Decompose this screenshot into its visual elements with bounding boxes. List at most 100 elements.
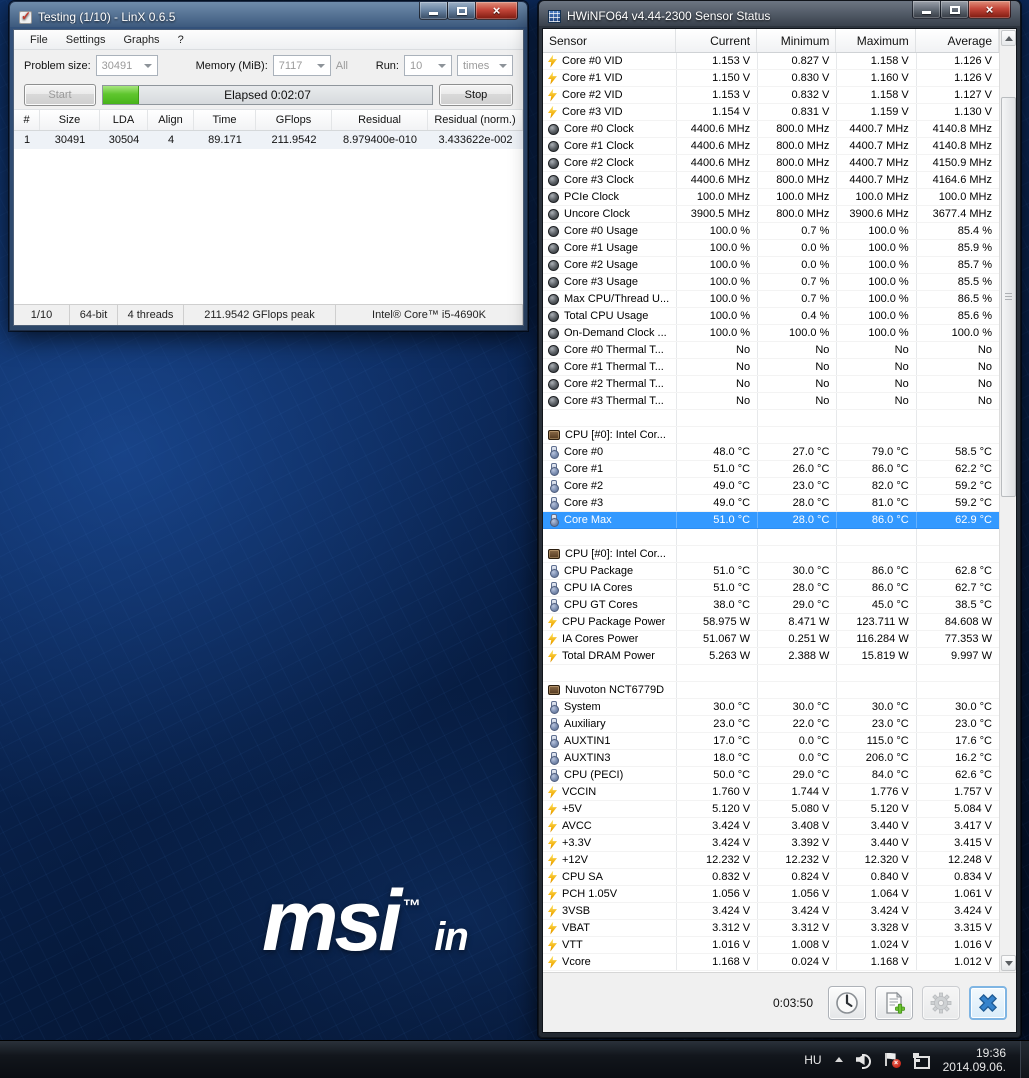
sensor-row[interactable]: VCCIN 1.760 V 1.744 V 1.776 V 1.757 V [543, 784, 999, 801]
column-header[interactable]: Size [40, 110, 100, 130]
sensor-row[interactable]: Core #2 49.0 °C 23.0 °C 82.0 °C 59.2 °C [543, 478, 999, 495]
sensor-row[interactable]: Total DRAM Power 5.263 W 2.388 W 15.819 W 9.… [543, 648, 999, 665]
sensor-row[interactable]: Core #1 Usage 100.0 % 0.0 % 100.0 % 85.9 % [543, 240, 999, 257]
sensor-row[interactable]: AUXTIN3 18.0 °C 0.0 °C 206.0 °C 16.2 °C [543, 750, 999, 767]
column-header[interactable]: Align [148, 110, 194, 130]
sensor-row[interactable]: Core #3 Thermal T... No No No No [543, 393, 999, 410]
sensor-row[interactable]: Core #0 48.0 °C 27.0 °C 79.0 °C 58.5 °C [543, 444, 999, 461]
sensor-row[interactable]: Core #2 Thermal T... No No No No [543, 376, 999, 393]
logging-button[interactable] [875, 985, 913, 1020]
sensor-row[interactable]: CPU GT Cores 38.0 °C 29.0 °C 45.0 °C 38.5 °C [543, 597, 999, 614]
maximize-button[interactable] [447, 2, 476, 20]
column-header[interactable]: Time [194, 110, 256, 130]
column-header[interactable]: Residual [332, 110, 428, 130]
sensor-row[interactable]: +5V 5.120 V 5.080 V 5.120 V 5.084 V [543, 801, 999, 818]
exit-button[interactable] [969, 985, 1007, 1020]
sensor-row[interactable]: Core #0 Thermal T... No No No No [543, 342, 999, 359]
sensor-row[interactable]: Max CPU/Thread U... 100.0 % 0.7 % 100.0 % 86… [543, 291, 999, 308]
column-header-current[interactable]: Current [676, 29, 758, 52]
problem-size-combo[interactable]: 30491 [95, 55, 158, 76]
taskbar[interactable]: HU × 19:36 2014.09.06. [0, 1040, 1029, 1078]
sensor-row[interactable]: CPU SA 0.832 V 0.824 V 0.840 V 0.834 V [543, 869, 999, 886]
column-header[interactable]: LDA [100, 110, 148, 130]
sensor-row[interactable]: PCH 1.05V 1.056 V 1.056 V 1.064 V 1.061 V [543, 886, 999, 903]
show-hidden-icons-button[interactable] [834, 1057, 843, 1062]
menu-item-graphs[interactable]: Graphs [115, 32, 167, 48]
sensor-row[interactable]: On-Demand Clock ... 100.0 % 100.0 % 100.0 %… [543, 325, 999, 342]
settings-button[interactable] [922, 985, 960, 1020]
sensor-row[interactable]: Core #3 Clock 4400.6 MHz 800.0 MHz 4400.7 M… [543, 172, 999, 189]
sensor-row[interactable]: Core #0 Usage 100.0 % 0.7 % 100.0 % 85.4 % [543, 223, 999, 240]
sensor-row[interactable]: Core #3 Usage 100.0 % 0.7 % 100.0 % 85.5 % [543, 274, 999, 291]
column-header[interactable]: Residual (norm.) [428, 110, 523, 130]
memory-combo[interactable]: 7117 [272, 55, 331, 76]
sensor-row[interactable]: PCIe Clock 100.0 MHz 100.0 MHz 100.0 MHz 100… [543, 189, 999, 206]
column-header[interactable]: GFlops [256, 110, 332, 130]
menu-item-[interactable]: ? [170, 32, 192, 48]
sensor-group-row[interactable]: CPU [#0]: Intel Cor... [543, 546, 999, 563]
volume-icon[interactable] [856, 1053, 872, 1069]
sensor-row[interactable]: IA Cores Power 51.067 W 0.251 W 116.284 W 77… [543, 631, 999, 648]
sensor-row[interactable]: CPU (PECI) 50.0 °C 29.0 °C 84.0 °C 62.6 °C [543, 767, 999, 784]
sensor-row[interactable]: Uncore Clock 3900.5 MHz 800.0 MHz 3900.6 MH… [543, 206, 999, 223]
sensor-row[interactable]: CPU IA Cores 51.0 °C 28.0 °C 86.0 °C 62.7 °C [543, 580, 999, 597]
sensor-row[interactable]: Core #2 Usage 100.0 % 0.0 % 100.0 % 85.7 % [543, 257, 999, 274]
sensor-row[interactable]: CPU Package Power 58.975 W 8.471 W 123.711 … [543, 614, 999, 631]
reset-clock-button[interactable] [828, 985, 866, 1020]
sensor-row[interactable]: Core #2 Clock 4400.6 MHz 800.0 MHz 4400.7 M… [543, 155, 999, 172]
sensor-row[interactable]: Core #2 VID 1.153 V 0.832 V 1.158 V 1.127 V [543, 87, 999, 104]
language-indicator[interactable]: HU [804, 1053, 821, 1067]
column-header-maximum[interactable]: Maximum [836, 29, 916, 52]
stop-button[interactable]: Stop [439, 84, 513, 106]
taskbar-clock[interactable]: 19:36 2014.09.06. [943, 1046, 1010, 1074]
hwinfo-titlebar[interactable]: HWiNFO64 v4.44-2300 Sensor Status × [542, 1, 1017, 28]
sensor-row[interactable]: +12V 12.232 V 12.232 V 12.320 V 12.248 V [543, 852, 999, 869]
sensor-row[interactable]: VTT 1.016 V 1.008 V 1.024 V 1.016 V [543, 937, 999, 954]
sensor-row[interactable]: Core #3 49.0 °C 28.0 °C 81.0 °C 59.2 °C [543, 495, 999, 512]
menu-item-file[interactable]: File [22, 32, 56, 48]
sensor-row[interactable]: 3VSB 3.424 V 3.424 V 3.424 V 3.424 V [543, 903, 999, 920]
sensor-row[interactable]: Core #3 VID 1.154 V 0.831 V 1.159 V 1.130 V [543, 104, 999, 121]
menu-item-settings[interactable]: Settings [58, 32, 114, 48]
column-header-average[interactable]: Average [916, 29, 1000, 52]
sensor-row[interactable]: Core #1 51.0 °C 26.0 °C 86.0 °C 62.2 °C [543, 461, 999, 478]
maximize-button[interactable] [940, 1, 969, 19]
sensor-group-row[interactable]: CPU [#0]: Intel Cor... [543, 427, 999, 444]
result-row[interactable]: 1 30491 30504 4 89.171 211.9542 8.979400e-010 3… [14, 131, 523, 149]
start-button[interactable]: Start [24, 84, 96, 106]
sensor-row[interactable]: Core Max 51.0 °C 28.0 °C 86.0 °C 62.9 °C [543, 512, 999, 529]
close-button[interactable]: × [475, 2, 518, 20]
sensor-row[interactable]: CPU Package 51.0 °C 30.0 °C 86.0 °C 62.8 °C [543, 563, 999, 580]
times-combo[interactable]: times [457, 55, 513, 76]
sensor-group-row[interactable]: Nuvoton NCT6779D [543, 682, 999, 699]
scroll-up-button[interactable] [1001, 30, 1016, 46]
sensor-row[interactable]: Vcore 1.168 V 0.024 V 1.168 V 1.012 V [543, 954, 999, 971]
sensor-row[interactable]: Core #0 Clock 4400.6 MHz 800.0 MHz 4400.7 M… [543, 121, 999, 138]
sensor-row[interactable]: +3.3V 3.424 V 3.392 V 3.440 V 3.415 V [543, 835, 999, 852]
close-button[interactable]: × [968, 1, 1011, 19]
sensor-row[interactable]: Core #1 Thermal T... No No No No [543, 359, 999, 376]
show-desktop-button[interactable] [1020, 1041, 1029, 1078]
column-header-sensor[interactable]: Sensor [543, 29, 676, 52]
column-header-minimum[interactable]: Minimum [757, 29, 837, 52]
sensor-value: 18.0 °C [675, 750, 757, 766]
sensor-row[interactable]: Core #1 VID 1.150 V 0.830 V 1.160 V 1.126 V [543, 70, 999, 87]
sensor-row[interactable]: Auxiliary 23.0 °C 22.0 °C 23.0 °C 23.0 °C [543, 716, 999, 733]
sensor-row[interactable]: Total CPU Usage 100.0 % 0.4 % 100.0 % 85.6 % [543, 308, 999, 325]
action-center-flag-icon[interactable]: × [884, 1052, 901, 1068]
run-combo[interactable]: 10 [404, 55, 452, 76]
sensor-row[interactable]: Core #0 VID 1.153 V 0.827 V 1.158 V 1.126 V [543, 53, 999, 70]
sensor-row[interactable]: AUXTIN1 17.0 °C 0.0 °C 115.0 °C 17.6 °C [543, 733, 999, 750]
minimize-button[interactable] [912, 1, 941, 19]
sensor-row[interactable]: Core #1 Clock 4400.6 MHz 800.0 MHz 4400.7 M… [543, 138, 999, 155]
sensor-row[interactable]: System 30.0 °C 30.0 °C 30.0 °C 30.0 °C [543, 699, 999, 716]
sensor-row[interactable]: VBAT 3.312 V 3.312 V 3.328 V 3.315 V [543, 920, 999, 937]
vertical-scrollbar[interactable] [999, 29, 1016, 972]
minimize-button[interactable] [419, 2, 448, 20]
column-header[interactable]: # [14, 110, 40, 130]
scrollbar-thumb[interactable] [1001, 97, 1016, 497]
scroll-down-button[interactable] [1001, 955, 1016, 971]
network-icon[interactable] [912, 1052, 930, 1069]
sensor-row[interactable]: AVCC 3.424 V 3.408 V 3.440 V 3.417 V [543, 818, 999, 835]
linx-titlebar[interactable]: Testing (1/10) - LinX 0.6.5 × [13, 2, 524, 29]
